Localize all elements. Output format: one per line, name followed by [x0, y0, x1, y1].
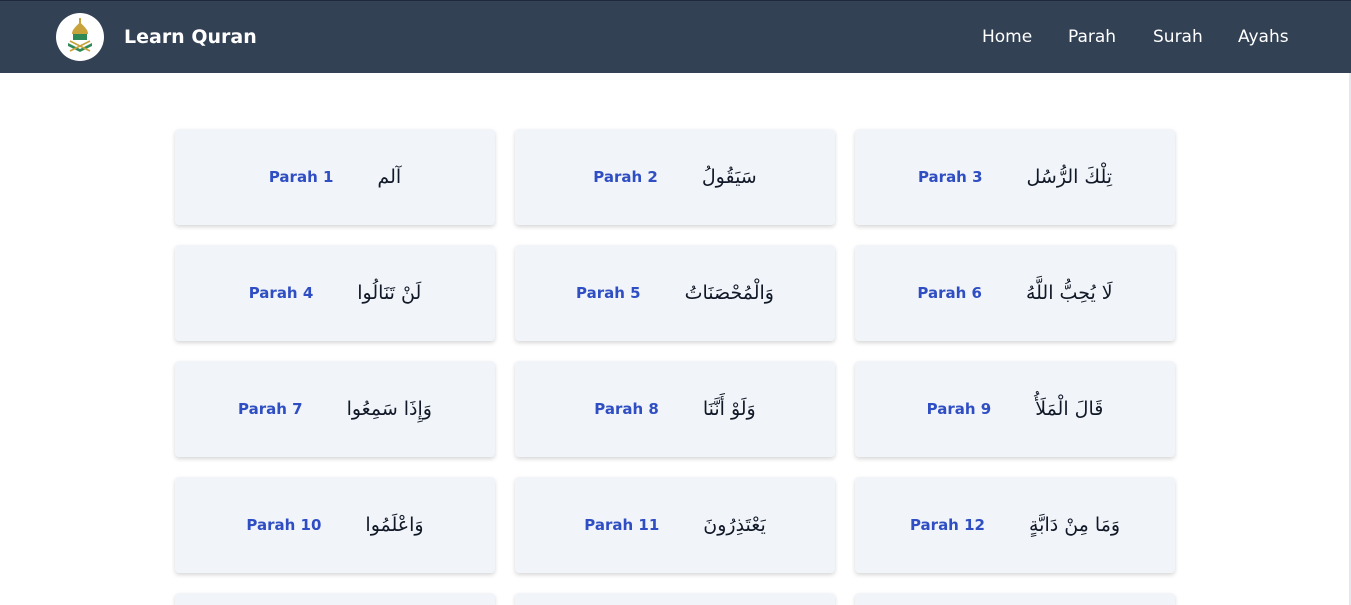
- parah-card[interactable]: Parah 5 وَالْمُحْصَنَاتُ: [515, 245, 835, 341]
- parah-number: Parah 7: [238, 400, 303, 418]
- parah-number: Parah 12: [909, 516, 985, 534]
- parah-arabic-name: لَنْ تَنَالُوا: [357, 282, 422, 304]
- navbar: Learn Quran Home Parah Surah Ayahs: [0, 0, 1351, 73]
- parah-card[interactable]: [855, 593, 1175, 605]
- parah-arabic-name: وَإِذَا سَمِعُوا: [346, 398, 432, 420]
- nav-ayahs[interactable]: Ayahs: [1238, 23, 1289, 51]
- parah-arabic-name: آلم: [377, 166, 402, 188]
- parah-number: Parah 4: [248, 284, 314, 302]
- parah-number: Parah 11: [584, 516, 660, 534]
- parah-card[interactable]: [175, 593, 495, 605]
- parah-arabic-name: وَالْمُحْصَنَاتُ: [684, 282, 774, 304]
- parah-number: Parah 1: [268, 168, 334, 186]
- parah-card[interactable]: Parah 11 يَعْتَذِرُونَ: [515, 477, 835, 573]
- parah-arabic-name: وَاعْلَمُوا: [365, 514, 424, 536]
- parah-card[interactable]: Parah 10 وَاعْلَمُوا: [175, 477, 495, 573]
- quran-mosque-logo-icon[interactable]: [56, 13, 104, 61]
- nav-surah[interactable]: Surah: [1153, 23, 1203, 51]
- parah-arabic-name: قَالَ الْمَلَأُ: [1035, 398, 1104, 420]
- parah-number: Parah 2: [593, 168, 658, 186]
- parah-card[interactable]: Parah 4 لَنْ تَنَالُوا: [175, 245, 495, 341]
- parah-card[interactable]: Parah 1 آلم: [175, 129, 495, 225]
- parah-card[interactable]: Parah 2 سَيَقُولُ: [515, 129, 835, 225]
- nav-home[interactable]: Home: [982, 23, 1032, 51]
- parah-card[interactable]: [515, 593, 835, 605]
- parah-arabic-name: تِلْكَ الرُّسُل: [1026, 166, 1113, 188]
- parah-number: Parah 6: [917, 284, 982, 302]
- parah-arabic-name: وَلَوْ أَنَّنَا: [702, 398, 756, 420]
- parah-card[interactable]: Parah 9 قَالَ الْمَلَأُ: [855, 361, 1175, 457]
- brand-title[interactable]: Learn Quran: [124, 23, 257, 51]
- parah-number: Parah 5: [576, 284, 641, 302]
- parah-number: Parah 9: [926, 400, 992, 418]
- parah-arabic-name: سَيَقُولُ: [701, 166, 757, 188]
- parah-card[interactable]: Parah 3 تِلْكَ الرُّسُل: [855, 129, 1175, 225]
- nav-parah[interactable]: Parah: [1068, 23, 1116, 51]
- parah-card[interactable]: Parah 7 وَإِذَا سَمِعُوا: [175, 361, 495, 457]
- parah-number: Parah 3: [917, 168, 983, 186]
- parah-arabic-name: وَمَا مِنْ دَابَّةٍ: [1028, 514, 1121, 536]
- parah-card[interactable]: Parah 12 وَمَا مِنْ دَابَّةٍ: [855, 477, 1175, 573]
- parah-number: Parah 10: [246, 516, 322, 534]
- parah-card[interactable]: Parah 8 وَلَوْ أَنَّنَا: [515, 361, 835, 457]
- parah-card[interactable]: Parah 6 لَا يُحِبُّ اللَّهُ: [855, 245, 1175, 341]
- parah-arabic-name: يَعْتَذِرُونَ: [703, 514, 766, 536]
- parah-arabic-name: لَا يُحِبُّ اللَّهُ: [1025, 282, 1113, 304]
- parah-number: Parah 8: [594, 400, 659, 418]
